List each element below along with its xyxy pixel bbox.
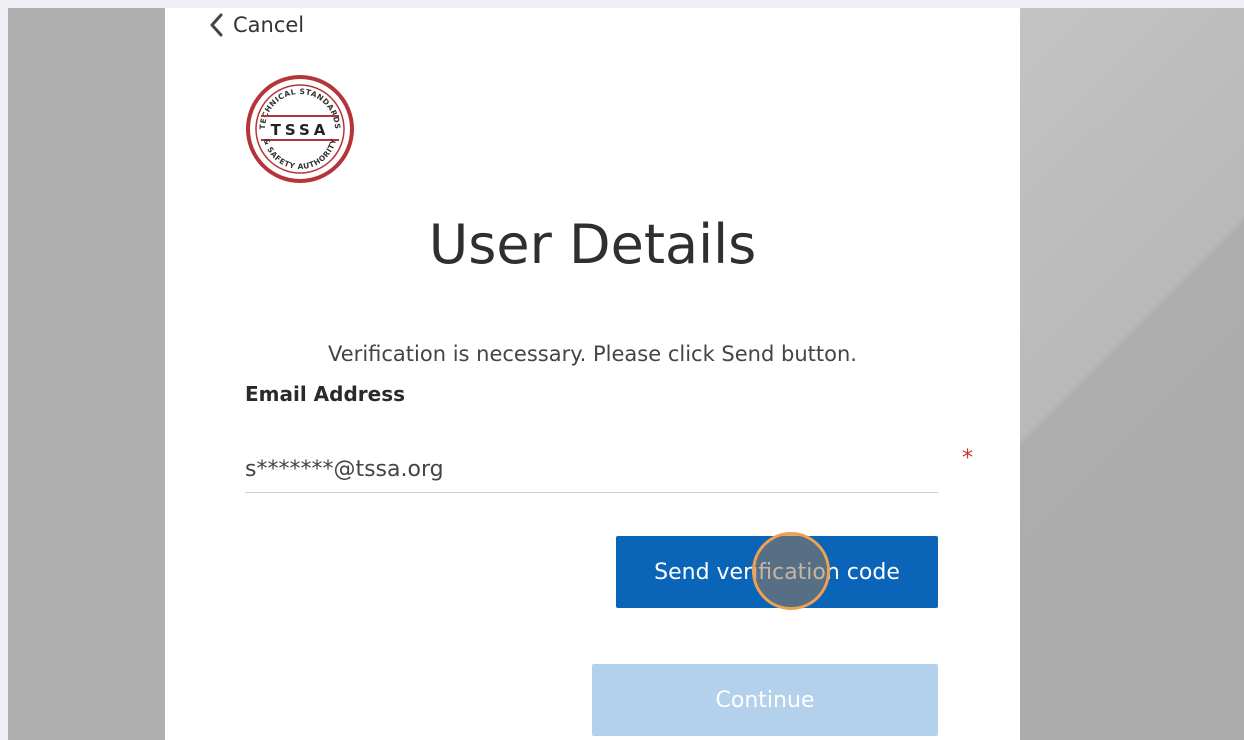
logo-center-text: TSSA: [271, 121, 330, 139]
left-background-panel: [8, 8, 165, 740]
verification-intro-text: Verification is necessary. Please click …: [328, 342, 857, 366]
continue-button[interactable]: Continue: [592, 664, 938, 736]
send-verification-code-button[interactable]: Send verification code: [616, 536, 938, 608]
chevron-left-icon: [209, 13, 223, 37]
cancel-link[interactable]: Cancel: [209, 10, 304, 40]
required-indicator: *: [962, 446, 973, 471]
right-background-panel: [1020, 8, 1244, 740]
signup-card: Cancel TECHNICAL STANDARDS TSSA & SAFETY…: [165, 8, 1020, 740]
tssa-logo: TECHNICAL STANDARDS TSSA & SAFETY AUTHOR…: [245, 74, 355, 184]
cancel-label: Cancel: [233, 13, 305, 37]
email-label: Email Address: [245, 382, 406, 406]
email-field[interactable]: [245, 446, 938, 493]
page-title: User Details: [428, 213, 757, 276]
